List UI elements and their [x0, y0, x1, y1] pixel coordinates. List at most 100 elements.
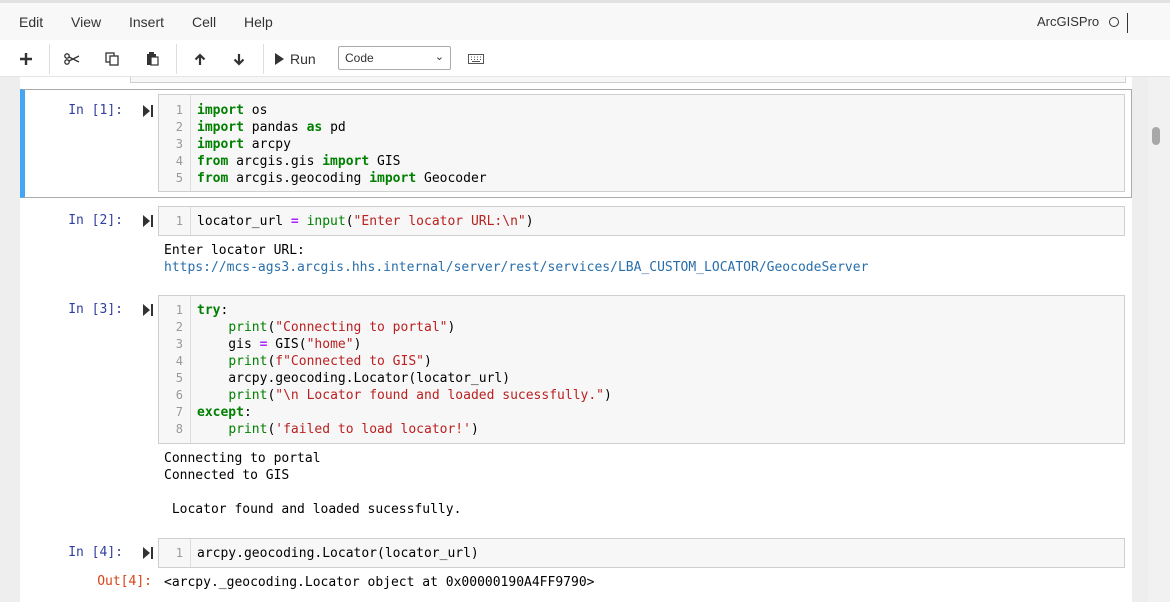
copy-button[interactable]: [98, 47, 126, 71]
code-token: input: [307, 214, 346, 229]
copy-icon: [105, 52, 119, 66]
code-editor[interactable]: 12345678 try: print("Connecting to porta…: [158, 295, 1125, 444]
code-token: ): [424, 354, 432, 369]
code-line: arcpy.geocoding.Locator(locator_url): [197, 370, 510, 387]
code-token: except: [197, 405, 244, 420]
menu-edit[interactable]: Edit: [19, 14, 43, 30]
cell-output: Connected to GIS: [164, 467, 289, 484]
code-token: print: [228, 388, 267, 403]
cut-button[interactable]: [58, 47, 86, 71]
code-token: :: [220, 303, 228, 318]
cell-output: Enter locator URL:: [164, 242, 305, 259]
cell-output: Locator found and loaded sucessfully.: [164, 501, 461, 518]
code-editor[interactable]: 1 locator_url = input("Enter locator URL…: [158, 206, 1125, 236]
code-token: as: [307, 120, 323, 135]
code-token: arcpy: [244, 137, 291, 152]
move-up-button[interactable]: [186, 47, 214, 71]
notebook-area[interactable]: In [1]: 12345 import osimport pandas as …: [0, 77, 1148, 602]
code-line: print('failed to load locator!'): [197, 421, 479, 438]
code-line: except:: [197, 404, 252, 421]
code-token: "Connecting to portal": [275, 320, 447, 335]
run-cell-icon[interactable]: [143, 215, 153, 227]
code-token: [197, 422, 228, 437]
code-line: locator_url = input("Enter locator URL:\…: [197, 213, 534, 230]
line-gutter: 12345: [159, 95, 191, 191]
code-token: [197, 388, 228, 403]
code-token: (: [346, 214, 354, 229]
code-token: print: [228, 422, 267, 437]
code-token: GIS: [369, 154, 400, 169]
line-number: 2: [159, 319, 183, 336]
run-button[interactable]: Run: [274, 47, 328, 71]
code-token: f"Connected to GIS": [275, 354, 424, 369]
code-token: arcgis.geocoding: [228, 171, 369, 186]
scrollbar-track[interactable]: [1148, 77, 1170, 602]
code-token: "\n Locator found and loaded sucessfully…: [275, 388, 604, 403]
line-number: 1: [159, 545, 183, 562]
cell-prompt: In [2]:: [13, 213, 123, 228]
plus-icon: [20, 53, 32, 65]
code-editor[interactable]: 12345 import osimport pandas as pdimport…: [158, 94, 1125, 192]
line-gutter: 12345678: [159, 296, 191, 443]
kernel-name[interactable]: ArcGISPro: [1037, 14, 1099, 29]
run-cell-icon[interactable]: [143, 105, 153, 117]
line-number: 4: [159, 353, 183, 370]
paste-icon: [146, 52, 159, 66]
code-token: "Enter locator URL:\n": [354, 214, 526, 229]
menu-cell[interactable]: Cell: [192, 14, 216, 30]
cell-prompt: In [3]:: [13, 302, 123, 317]
code-line: from arcgis.gis import GIS: [197, 153, 401, 170]
paste-button[interactable]: [138, 47, 166, 71]
run-cell-icon[interactable]: [143, 304, 153, 316]
code-token: [299, 214, 307, 229]
move-down-button[interactable]: [225, 47, 253, 71]
code-token: locator_url: [197, 214, 291, 229]
code-token: Geocoder: [416, 171, 486, 186]
run-cell-icon[interactable]: [143, 547, 153, 559]
code-token: :: [244, 405, 252, 420]
code-editor[interactable]: 1 arcpy.geocoding.Locator(locator_url): [158, 538, 1125, 568]
cell-type-select[interactable]: Code ⌄: [338, 46, 451, 70]
cell-prompt: In [4]:: [13, 545, 123, 560]
line-number: 6: [159, 387, 183, 404]
code-token: print: [228, 354, 267, 369]
output-link[interactable]: https://mcs-ags3.arcgis.hhs.internal/ser…: [164, 259, 868, 276]
toolbar-separator: [263, 44, 264, 74]
code-line: arcpy.geocoding.Locator(locator_url): [197, 545, 479, 562]
line-number: 5: [159, 370, 183, 387]
code-line: print("\n Locator found and loaded suces…: [197, 387, 612, 404]
code-line: from arcgis.geocoding import Geocoder: [197, 170, 487, 187]
menu-help[interactable]: Help: [244, 14, 273, 30]
line-number: 1: [159, 302, 183, 319]
code-token: [197, 354, 228, 369]
code-token: from: [197, 171, 228, 186]
scrollbar-thumb[interactable]: [1152, 127, 1160, 145]
previous-cell-bottom: [130, 77, 1126, 83]
cell-type-value: Code: [345, 51, 374, 65]
insert-cell-button[interactable]: [12, 47, 40, 71]
code-token: arcpy.geocoding.Locator(locator_url): [197, 546, 479, 561]
code-token: ): [471, 422, 479, 437]
code-line: import pandas as pd: [197, 119, 346, 136]
code-line: print("Connecting to portal"): [197, 319, 455, 336]
code-token: GIS(: [267, 337, 306, 352]
line-number: 1: [159, 102, 183, 119]
code-token: pandas: [244, 120, 307, 135]
out-prompt: Out[4]:: [42, 574, 152, 589]
line-number: 1: [159, 213, 183, 230]
text-cursor: [1127, 13, 1128, 33]
menu-insert[interactable]: Insert: [129, 14, 164, 30]
kernel-status-icon: [1109, 17, 1119, 27]
command-palette-button[interactable]: [462, 47, 490, 71]
scissors-icon: [64, 53, 80, 65]
cell-output: Connecting to portal: [164, 450, 321, 467]
line-number: 3: [159, 136, 183, 153]
code-token: import: [197, 120, 244, 135]
code-token: import: [369, 171, 416, 186]
menu-view[interactable]: View: [71, 14, 101, 30]
arrow-up-icon: [194, 53, 206, 66]
code-token: try: [197, 303, 220, 318]
code-token: ): [447, 320, 455, 335]
line-number: 8: [159, 421, 183, 438]
code-token: arcgis.gis: [228, 154, 322, 169]
